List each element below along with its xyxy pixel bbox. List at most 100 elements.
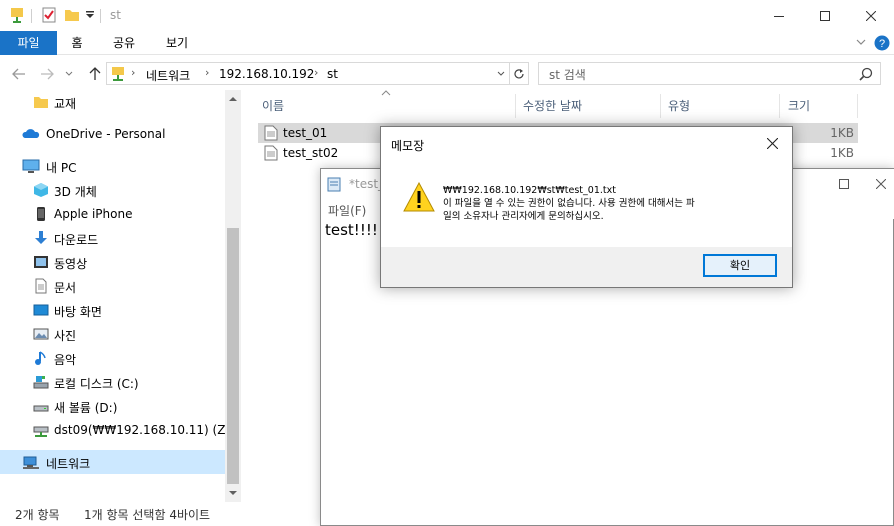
nav-item-label: 사진 <box>54 329 77 343</box>
breadcrumb-host[interactable]: 192.168.10.192 <box>219 67 314 81</box>
close-icon <box>766 137 778 149</box>
forward-button[interactable] <box>36 63 58 85</box>
maximize-icon <box>839 179 849 189</box>
back-button[interactable] <box>8 63 30 85</box>
tab-file[interactable]: 파일 <box>0 31 57 55</box>
nav-item-label: OneDrive - Personal <box>46 127 166 141</box>
forward-arrow-icon <box>41 68 54 80</box>
nav-item-label: 다운로드 <box>54 233 99 247</box>
desktop-icon <box>33 302 49 318</box>
3d-objects-icon <box>33 182 49 198</box>
tab-view[interactable]: 보기 <box>156 31 198 55</box>
dialog-close-button[interactable] <box>751 127 793 159</box>
music-icon <box>33 350 49 366</box>
qat-dropdown-icon[interactable] <box>86 11 94 19</box>
properties-icon[interactable] <box>10 7 24 23</box>
drive-icon <box>33 398 49 414</box>
explorer-titlebar: st <box>0 0 894 31</box>
refresh-icon <box>514 68 524 78</box>
scroll-up-icon[interactable] <box>229 96 237 102</box>
maximize-icon <box>820 10 830 21</box>
back-arrow-icon <box>12 68 25 80</box>
nav-item-label: 3D 개체 <box>54 185 97 199</box>
local-disk-icon <box>33 374 49 390</box>
column-separator[interactable] <box>779 94 780 118</box>
nav-item-downloads[interactable]: 다운로드 <box>0 226 225 250</box>
pictures-icon <box>33 326 49 342</box>
minimize-icon <box>774 15 784 17</box>
nav-item-music[interactable]: 음악 <box>0 346 225 370</box>
warning-icon <box>403 182 435 212</box>
nav-item-volume-d[interactable]: 새 볼륨 (D:) <box>0 394 225 418</box>
nav-item-label: 네트워크 <box>46 457 91 471</box>
address-input[interactable]: › 네트워크 › 192.168.10.192 › st <box>106 62 510 85</box>
minimize-button[interactable] <box>756 0 802 31</box>
nav-pane-scroll-thumb[interactable] <box>227 228 239 484</box>
nav-item-3d-objects[interactable]: 3D 개체 <box>0 178 225 202</box>
nav-item-onedrive[interactable]: OneDrive - Personal <box>0 122 225 146</box>
maximize-button[interactable] <box>802 0 848 31</box>
column-separator[interactable] <box>515 94 516 118</box>
tab-share[interactable]: 공유 <box>103 31 145 55</box>
scroll-down-icon[interactable] <box>229 490 237 496</box>
ribbon-tabs: 파일 홈 공유 보기 ? <box>0 31 894 55</box>
tab-home[interactable]: 홈 <box>57 31 97 55</box>
recent-locations-button[interactable] <box>62 63 76 85</box>
ok-button[interactable]: 확인 <box>703 254 777 277</box>
nav-item-label: Apple iPhone <box>54 207 133 221</box>
up-arrow-icon <box>89 67 101 80</box>
document-icon <box>33 278 49 294</box>
nav-item-videos[interactable]: 동영상 <box>0 250 225 274</box>
nav-item-local-disk-c[interactable]: 로컬 디스크 (C:) <box>0 370 225 394</box>
chevron-down-icon[interactable] <box>856 39 866 46</box>
new-folder-icon[interactable] <box>64 7 80 23</box>
address-dropdown-icon[interactable] <box>497 71 505 77</box>
nav-item-label: 동영상 <box>54 257 88 271</box>
status-selected: 1개 항목 선택함 4바이트 <box>84 508 211 522</box>
close-icon <box>866 10 876 21</box>
nav-item-label: 문서 <box>54 281 77 295</box>
notepad-icon <box>327 176 341 192</box>
nav-item-textbook[interactable]: 교재 <box>0 90 225 114</box>
up-button[interactable] <box>84 63 106 85</box>
nav-item-this-pc[interactable]: 내 PC <box>0 154 225 178</box>
text-file-icon <box>264 145 278 161</box>
address-bar-row: › 네트워크 › 192.168.10.192 › st st 검색 <box>0 57 894 90</box>
close-icon <box>876 179 886 189</box>
dialog-footer: 확인 <box>381 247 792 287</box>
breadcrumb-network[interactable]: 네트워크 <box>146 67 190 84</box>
column-separator[interactable] <box>660 94 661 118</box>
chevron-down-icon <box>65 71 73 76</box>
breadcrumb-separator: › <box>131 66 136 79</box>
breadcrumb-folder[interactable]: st <box>327 67 338 81</box>
nav-item-network[interactable]: 네트워크 <box>0 450 225 474</box>
nav-item-pictures[interactable]: 사진 <box>0 322 225 346</box>
checkmark-icon[interactable] <box>42 7 56 23</box>
column-header-modified[interactable]: 수정한 날짜 <box>523 94 582 118</box>
menu-file[interactable]: 파일(F) <box>328 202 366 219</box>
notepad-text-area[interactable]: test!!!! <box>325 221 378 239</box>
nav-item-network-drive-z[interactable]: dst09(₩₩192.168.10.11) (Z:) <box>0 418 234 442</box>
column-header-size[interactable]: 크기 <box>788 94 810 118</box>
svg-text:?: ? <box>879 38 885 50</box>
nav-item-iphone[interactable]: Apple iPhone <box>0 202 225 226</box>
column-header-type[interactable]: 유형 <box>668 94 690 118</box>
dialog-title: 메모장 <box>391 139 425 153</box>
status-item-count: 2개 항목 <box>15 508 60 522</box>
download-icon <box>33 230 49 246</box>
nav-item-label: 새 볼륨 (D:) <box>54 401 118 415</box>
refresh-button[interactable] <box>510 62 529 85</box>
nav-item-documents[interactable]: 문서 <box>0 274 225 298</box>
notepad-close-button[interactable] <box>867 169 894 199</box>
breadcrumb-separator: › <box>314 66 319 79</box>
close-button[interactable] <box>848 0 894 31</box>
search-icon[interactable] <box>859 67 873 81</box>
search-input[interactable]: st 검색 <box>538 62 881 85</box>
notepad-maximize-button[interactable] <box>821 169 867 199</box>
nav-item-desktop[interactable]: 바탕 화면 <box>0 298 225 322</box>
help-icon[interactable]: ? <box>874 35 890 51</box>
sort-ascending-icon <box>381 90 391 96</box>
column-header-name[interactable]: 이름 <box>262 94 284 118</box>
breadcrumb-separator: › <box>205 66 210 79</box>
column-separator[interactable] <box>857 94 858 118</box>
